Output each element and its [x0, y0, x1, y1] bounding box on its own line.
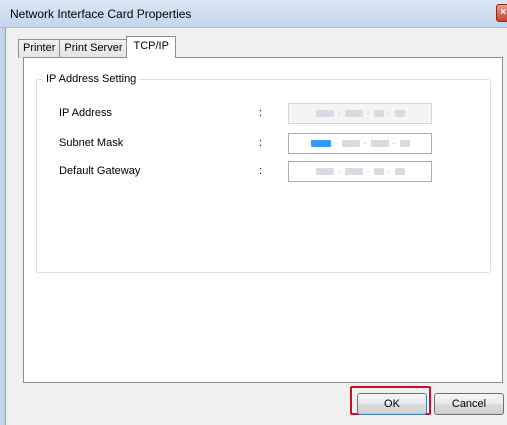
tab-tcp-ip[interactable]: TCP/IP [126, 36, 176, 58]
subnet-mask-label: Subnet Mask [59, 137, 124, 149]
octet [315, 110, 334, 117]
close-icon[interactable]: × [496, 4, 507, 22]
default-gateway-label: Default Gateway [59, 165, 141, 177]
separator: : [259, 165, 263, 177]
octet-selected [310, 140, 331, 147]
subnet-mask-row: Subnet Mask : · · · [37, 133, 492, 155]
window-frame-left [0, 28, 6, 425]
octet [373, 110, 384, 117]
cancel-button[interactable]: Cancel [434, 393, 504, 415]
octet [394, 168, 405, 175]
octet [344, 168, 363, 175]
default-gateway-row: Default Gateway : · · · [37, 161, 492, 183]
octet [399, 140, 410, 147]
tab-strip: Printer Print Server TCP/IP [18, 36, 176, 58]
default-gateway-input[interactable]: · · · [288, 161, 432, 182]
separator: : [259, 137, 263, 149]
octet [373, 168, 384, 175]
separator: : [259, 107, 263, 119]
ip-address-row: IP Address : · · · [37, 103, 492, 125]
tab-printer[interactable]: Printer [18, 39, 61, 58]
octet [341, 140, 360, 147]
group-title: IP Address Setting [46, 73, 137, 85]
ip-address-input[interactable]: · · · [288, 103, 432, 124]
ok-button[interactable]: OK [357, 393, 427, 415]
octet [370, 140, 389, 147]
title-bar: Network Interface Card Properties × [0, 0, 507, 28]
octet [344, 110, 363, 117]
tab-panel-tcp-ip: IP Address Setting IP Address : · · · Su… [23, 57, 503, 383]
tab-print-server[interactable]: Print Server [59, 39, 128, 58]
octet [315, 168, 334, 175]
window-title: Network Interface Card Properties [10, 7, 192, 21]
octet [394, 110, 405, 117]
ip-address-label: IP Address [59, 107, 112, 119]
ip-address-setting-group: IP Address Setting IP Address : · · · Su… [36, 73, 491, 273]
subnet-mask-input[interactable]: · · · [288, 133, 432, 154]
